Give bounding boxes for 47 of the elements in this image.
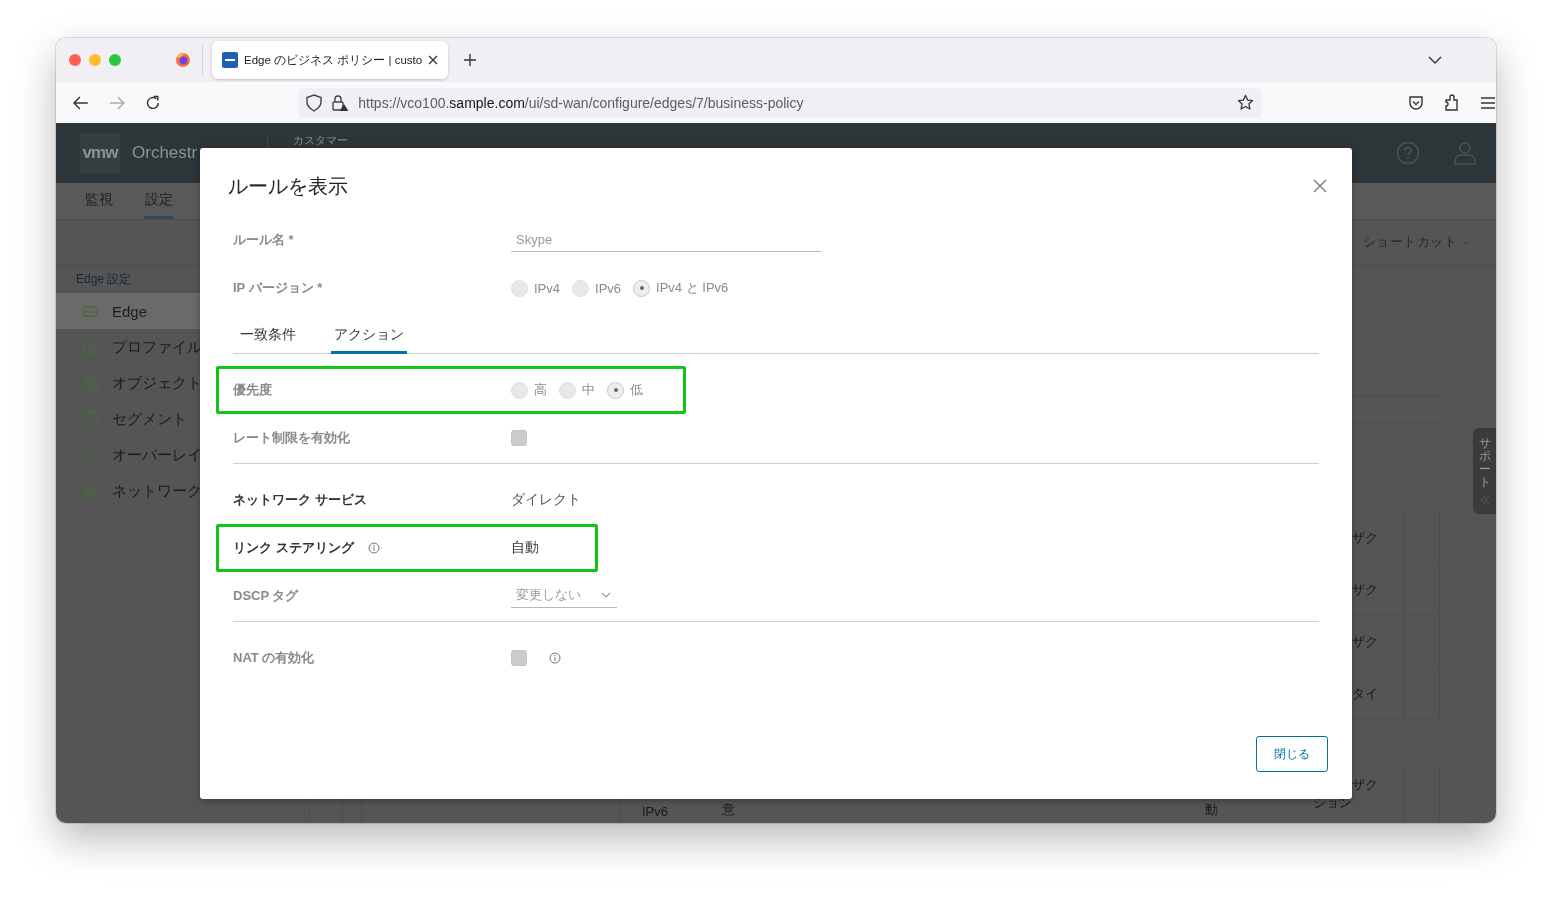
sidebar-heading: Edge 設定 <box>76 271 132 288</box>
new-tab-icon[interactable] <box>463 53 478 67</box>
chevron-down-icon <box>1462 239 1470 245</box>
table-cell: IPv6 <box>642 804 668 819</box>
field-label: NAT の有効化 <box>233 649 315 667</box>
product-name: Orchestr <box>132 143 198 163</box>
close-tab-icon[interactable] <box>428 55 439 65</box>
close-window-button[interactable] <box>69 54 81 66</box>
field-label: DSCP タグ <box>233 587 299 605</box>
site-icon <box>222 52 238 68</box>
nav-tab[interactable]: 設定 <box>144 183 174 219</box>
reload-icon[interactable] <box>144 94 161 111</box>
table-cell-text: ザク <box>1351 580 1378 599</box>
field-label: ルール名 * <box>233 231 294 249</box>
field-value: 自動 <box>511 539 539 557</box>
field-label: レート制限を有効化 <box>233 429 350 447</box>
close-button[interactable]: 閉じる <box>1256 736 1328 772</box>
table-cell-text: ザク <box>1351 776 1378 794</box>
puzzle-icon[interactable] <box>1444 93 1460 112</box>
header-label: カスタマー <box>293 133 349 148</box>
info-icon[interactable] <box>367 542 380 554</box>
chevron-down-icon[interactable] <box>1428 56 1442 64</box>
address-bar[interactable]: https://vco100.sample.com/ui/sd-wan/configure/edges/7/business-policy <box>298 87 1262 118</box>
field-label: リンク ステアリング <box>233 539 354 557</box>
table-cell-text: ザク <box>1351 632 1378 651</box>
dialog-tab[interactable]: アクション <box>331 318 407 354</box>
chevron-down-icon <box>601 592 611 598</box>
star-icon[interactable] <box>1237 94 1254 111</box>
field-label: ネットワーク サービス <box>233 491 367 509</box>
close-icon[interactable] <box>1313 179 1327 193</box>
browser-tab[interactable]: Edge のビジネス ポリシー | custo <box>212 41 449 79</box>
logo: vmw <box>80 133 120 173</box>
menu-icon[interactable] <box>1480 95 1496 110</box>
table-cell: 動 <box>1205 801 1218 819</box>
field-label: 優先度 <box>233 381 272 399</box>
device-icon <box>82 304 98 318</box>
back-icon[interactable] <box>73 95 89 110</box>
table-cell-text: ザク <box>1351 528 1378 547</box>
pocket-icon[interactable] <box>1408 94 1424 111</box>
url-text[interactable]: https://vco100.sample.com/ui/sd-wan/configure/edges/7/business-policy <box>358 94 804 111</box>
support-tab[interactable]: サポート <box>1473 428 1496 514</box>
shield-icon <box>306 93 323 112</box>
field-value: ダイレクト <box>511 491 581 509</box>
dialog-title: ルールを表示 <box>228 173 348 199</box>
table-cell-text: タイ <box>1351 684 1378 703</box>
browser-logo-icon <box>175 52 191 68</box>
lock-warning-icon <box>331 93 350 112</box>
